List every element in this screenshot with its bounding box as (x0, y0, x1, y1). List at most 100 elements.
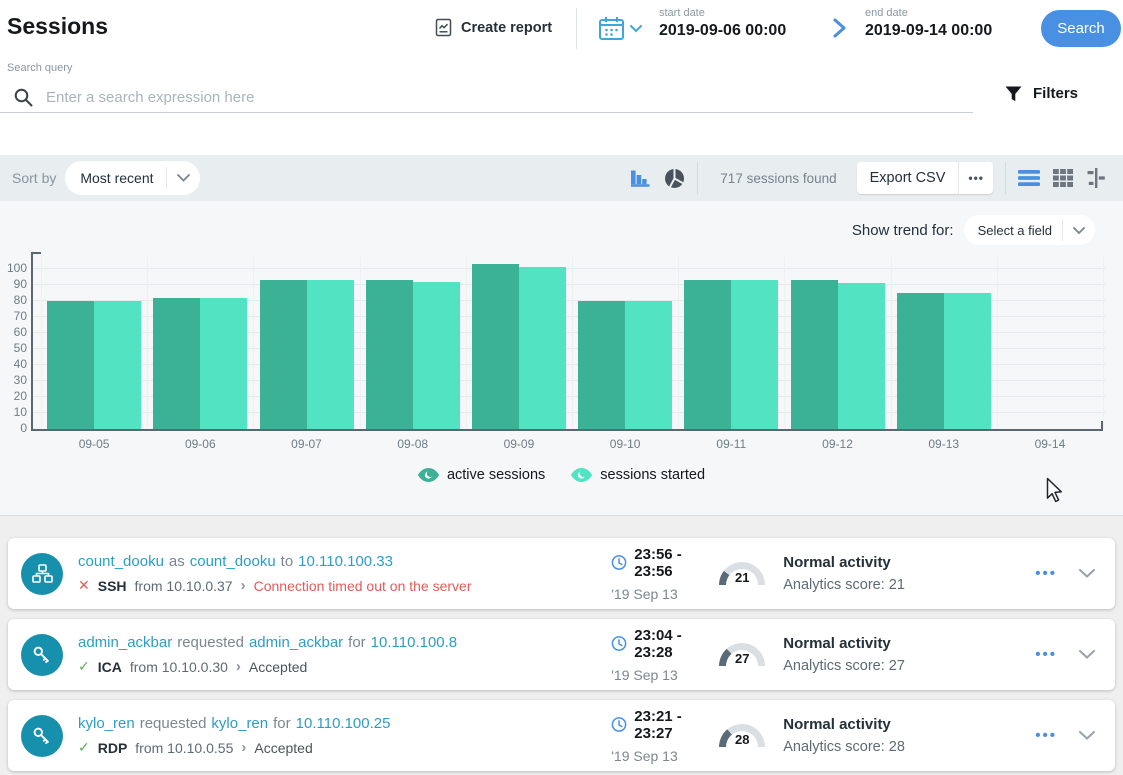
calendar-icon (598, 16, 625, 41)
start-date-block: start date 2019-09-06 00:00 (659, 7, 786, 40)
row-expand-button[interactable] (1079, 569, 1095, 578)
bar-active-sessions-09-07[interactable] (260, 280, 307, 429)
row-actions: ••• (1035, 649, 1095, 661)
bar-group-09-10 (572, 257, 678, 429)
bar-chart-icon[interactable] (629, 168, 651, 188)
score-gauge: 27 (719, 643, 783, 667)
session-link[interactable]: count_dooku (78, 553, 164, 570)
trend-field-value: Select a field (964, 223, 1062, 238)
search-input[interactable] (46, 89, 973, 106)
search-button[interactable]: Search (1041, 10, 1121, 47)
search-query-label: Search query (7, 62, 72, 74)
end-date-value[interactable]: 2019-09-14 00:00 (865, 22, 992, 40)
start-date-value[interactable]: 2019-09-06 00:00 (659, 22, 786, 40)
y-axis-tick-label: 80 (0, 293, 27, 307)
trend-field-select[interactable]: Select a field (964, 215, 1095, 245)
export-more-button[interactable]: ••• (959, 171, 993, 185)
bar-active-sessions-09-05[interactable] (47, 301, 94, 429)
sort-select[interactable]: Most recent (65, 161, 199, 195)
row-menu-button[interactable]: ••• (1035, 730, 1057, 742)
export-csv-button[interactable]: Export CSV ••• (857, 162, 993, 194)
session-link[interactable]: kylo_ren (78, 715, 135, 732)
bar-active-sessions-09-09[interactable] (472, 264, 519, 429)
session-summary: count_dookuascount_dookuto10.110.100.33✕… (78, 553, 611, 594)
row-actions: ••• (1035, 730, 1095, 742)
session-activity: Normal activityAnalytics score: 28 (783, 716, 1035, 755)
bar-group-09-06 (147, 257, 253, 429)
verdict-label: Accepted (249, 659, 307, 675)
bar-sessions-started-09-07[interactable] (307, 280, 354, 429)
bar-sessions-started-09-11[interactable] (731, 280, 778, 429)
chevron-down-icon (1079, 731, 1095, 740)
chart-section: Show trend for: Select a field 010203040… (0, 201, 1123, 516)
session-link[interactable]: admin_ackbar (78, 634, 172, 651)
table-view-icon[interactable] (1053, 169, 1073, 187)
protocol-label: SSH (98, 578, 127, 594)
chart-legend: active sessions sessions started (0, 467, 1123, 483)
bar-sessions-started-09-06[interactable] (200, 298, 247, 429)
bar-sessions-started-09-13[interactable] (944, 293, 991, 429)
session-row[interactable]: kylo_renrequestedkylo_renfor10.110.100.2… (8, 700, 1115, 771)
session-link[interactable]: 10.110.100.25 (296, 715, 391, 732)
x-axis-label: 09-06 (147, 437, 253, 451)
session-link[interactable]: count_dooku (190, 553, 276, 570)
session-link[interactable]: kylo_ren (211, 715, 268, 732)
pie-chart-icon[interactable] (664, 168, 685, 189)
score-gauge: 28 (719, 724, 783, 748)
session-activity: Normal activityAnalytics score: 27 (783, 635, 1035, 674)
create-report-button[interactable]: Create report (435, 18, 552, 37)
x-axis-line (31, 429, 1103, 431)
bar-sessions-started-09-09[interactable] (519, 267, 566, 429)
legend-item-active-sessions[interactable]: active sessions (418, 467, 545, 483)
verdict-label: Connection timed out on the server (254, 578, 472, 594)
create-report-label: Create report (461, 20, 552, 36)
key-icon (21, 634, 63, 676)
bar-active-sessions-09-10[interactable] (578, 301, 625, 429)
session-link[interactable]: 10.110.100.8 (371, 634, 457, 651)
session-link[interactable]: 10.110.100.33 (298, 553, 393, 570)
y-axis-tick-label: 20 (0, 389, 27, 403)
row-expand-button[interactable] (1079, 731, 1095, 740)
chart-y-axis: 0102030405060708090100 (0, 257, 27, 429)
row-menu-button[interactable]: ••• (1035, 649, 1057, 661)
protocol-label: RDP (98, 740, 128, 756)
bar-sessions-started-09-12[interactable] (838, 283, 885, 429)
bar-active-sessions-09-13[interactable] (897, 293, 944, 429)
session-link[interactable]: admin_ackbar (249, 634, 343, 651)
bar-sessions-started-09-10[interactable] (625, 301, 672, 429)
connection-icon (21, 553, 63, 595)
bar-sessions-started-09-08[interactable] (413, 282, 460, 429)
session-connector-text: to (281, 553, 294, 570)
search-icon (14, 88, 33, 107)
chevron-right-icon: › (236, 658, 241, 675)
bar-active-sessions-09-06[interactable] (153, 298, 200, 429)
y-axis-line (31, 252, 33, 431)
legend-item-sessions-started[interactable]: sessions started (571, 467, 705, 483)
bar-active-sessions-09-08[interactable] (366, 280, 413, 429)
page-title: Sessions (7, 13, 108, 40)
sessions-found-count: 717 sessions found (720, 171, 836, 186)
activity-label: Normal activity (783, 716, 1035, 733)
row-expand-button[interactable] (1079, 650, 1095, 659)
session-row[interactable]: admin_ackbarrequestedadmin_ackbarfor10.1… (8, 619, 1115, 690)
list-view-icon[interactable] (1018, 170, 1040, 186)
row-menu-button[interactable]: ••• (1035, 568, 1057, 580)
x-axis-label: 09-09 (466, 437, 572, 451)
session-row[interactable]: count_dookuascount_dookuto10.110.100.33✕… (8, 538, 1115, 609)
bar-sessions-started-09-05[interactable] (94, 301, 141, 429)
filter-funnel-icon (1005, 86, 1022, 102)
date-picker-button[interactable] (598, 16, 642, 41)
session-time: 23:56 - 23:56'19 Sep 13 (611, 546, 719, 602)
chevron-down-icon (1079, 569, 1095, 578)
session-summary: kylo_renrequestedkylo_renfor10.110.100.2… (78, 715, 611, 756)
bar-active-sessions-09-11[interactable] (684, 280, 731, 429)
session-activity: Normal activityAnalytics score: 21 (783, 554, 1035, 593)
chart-bars (41, 257, 1103, 429)
bar-active-sessions-09-12[interactable] (791, 280, 838, 429)
flow-view-icon[interactable] (1086, 168, 1106, 188)
filters-button[interactable]: Filters (1005, 85, 1078, 102)
x-axis-label: 09-12 (784, 437, 890, 451)
end-date-block: end date 2019-09-14 00:00 (865, 7, 992, 40)
x-axis-label: 09-10 (572, 437, 678, 451)
x-axis-cap (1101, 421, 1103, 429)
